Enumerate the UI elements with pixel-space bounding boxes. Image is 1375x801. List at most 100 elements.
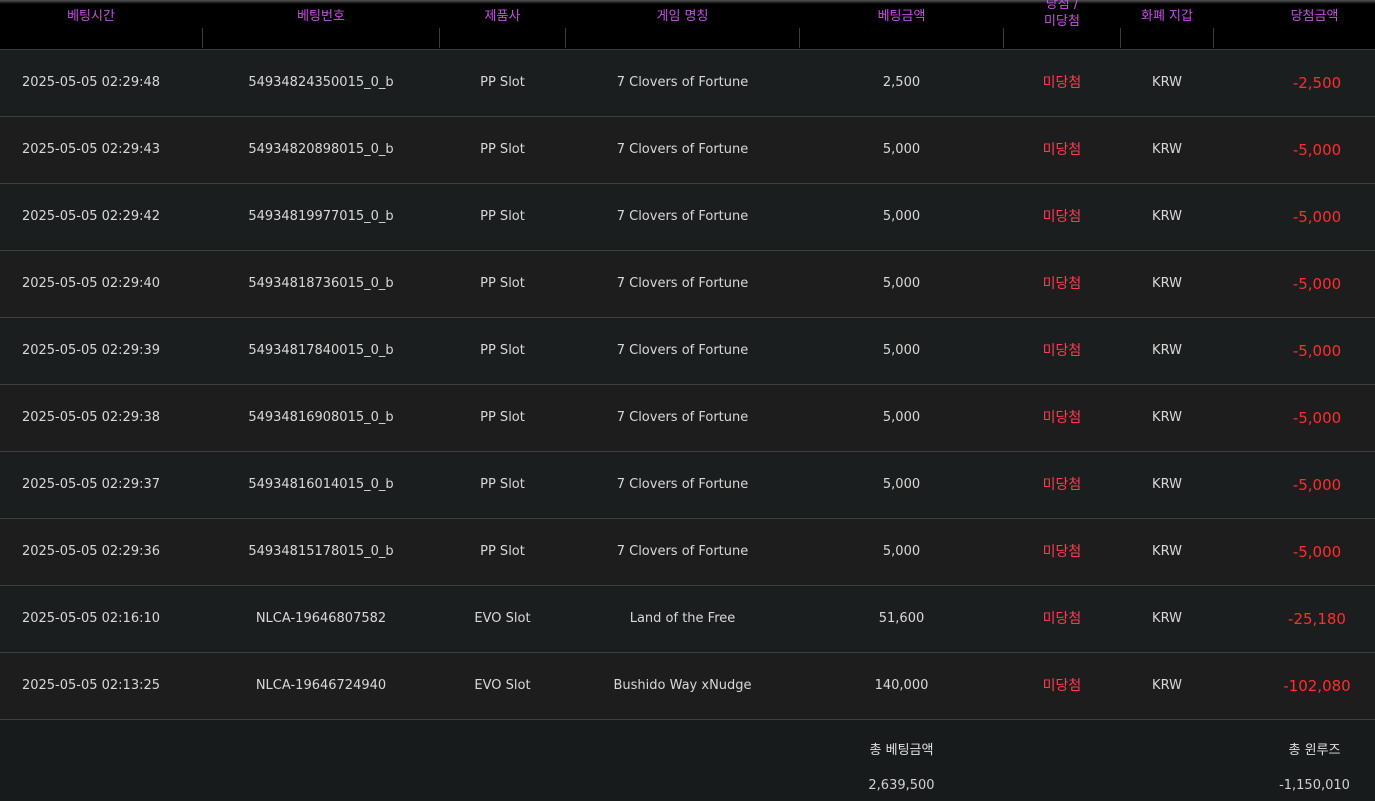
cell-currency: KRW xyxy=(1152,410,1182,425)
cell-game-name: 7 Clovers of Fortune xyxy=(616,142,749,157)
cell-game-name: 7 Clovers of Fortune xyxy=(616,544,749,559)
cell-result: 미당첨 xyxy=(1042,544,1082,560)
header-win-amount[interactable]: 당첨금액 xyxy=(1214,0,1375,48)
cell-provider: PP Slot xyxy=(480,276,525,291)
total-winloss-label: 총 윈루즈 xyxy=(1288,743,1341,758)
cell-bet-time: 2025-05-05 02:29:38 xyxy=(21,410,161,425)
header-result[interactable]: 당첨 / 미당첨 xyxy=(1004,0,1120,48)
header-game-name-label: 게임 명칭 xyxy=(656,9,709,24)
cell-bet-amount: 2,500 xyxy=(882,75,921,90)
cell-bet-number: 54934818736015_0_b xyxy=(248,276,394,291)
cell-bet-time: 2025-05-05 02:29:36 xyxy=(21,544,161,559)
cell-result: 미당첨 xyxy=(1042,678,1082,694)
cell-bet-number: 54934816908015_0_b xyxy=(248,410,394,425)
cell-currency: KRW xyxy=(1152,477,1182,492)
header-bet-amount[interactable]: 베팅금액 xyxy=(800,0,1003,48)
table-row[interactable]: 2025-05-05 02:16:10 NLCA-19646807582 EVO… xyxy=(0,586,1375,653)
header-divider xyxy=(1003,28,1004,48)
table-row[interactable]: 2025-05-05 02:29:40 54934818736015_0_b P… xyxy=(0,251,1375,318)
header-bet-number[interactable]: 베팅번호 xyxy=(203,0,439,48)
cell-win-amount: -5,000 xyxy=(1292,543,1342,561)
cell-currency: KRW xyxy=(1152,276,1182,291)
cell-currency: KRW xyxy=(1152,678,1182,693)
cell-currency: KRW xyxy=(1152,209,1182,224)
header-divider xyxy=(202,28,203,48)
cell-bet-time: 2025-05-05 02:29:39 xyxy=(21,343,161,358)
table-row[interactable]: 2025-05-05 02:13:25 NLCA-19646724940 EVO… xyxy=(0,653,1375,720)
cell-bet-time: 2025-05-05 02:29:43 xyxy=(21,142,161,157)
cell-game-name: 7 Clovers of Fortune xyxy=(616,75,749,90)
cell-bet-amount: 5,000 xyxy=(882,477,921,492)
total-winloss-value: -1,150,010 xyxy=(1279,778,1350,793)
header-currency-wallet-label: 화폐 지갑 xyxy=(1141,9,1193,24)
table-row[interactable]: 2025-05-05 02:29:38 54934816908015_0_b P… xyxy=(0,385,1375,452)
cell-result: 미당첨 xyxy=(1042,75,1082,91)
bet-history-table: 베팅시간 베팅번호 제품사 게임 명칭 베팅금액 당첨 / 미당첨 화폐 지갑 … xyxy=(0,0,1375,801)
cell-win-amount: -102,080 xyxy=(1283,677,1351,695)
cell-bet-number: 54934817840015_0_b xyxy=(248,343,394,358)
table-row[interactable]: 2025-05-05 02:29:39 54934817840015_0_b P… xyxy=(0,318,1375,385)
cell-provider: PP Slot xyxy=(480,544,525,559)
header-divider xyxy=(799,28,800,48)
cell-game-name: 7 Clovers of Fortune xyxy=(616,343,749,358)
table-row[interactable]: 2025-05-05 02:29:48 54934824350015_0_b P… xyxy=(0,50,1375,117)
cell-provider: PP Slot xyxy=(480,209,525,224)
cell-bet-number: NLCA-19646807582 xyxy=(255,611,387,626)
cell-bet-time: 2025-05-05 02:29:37 xyxy=(21,477,161,492)
header-bet-time-label: 베팅시간 xyxy=(67,9,115,24)
cell-game-name: Land of the Free xyxy=(629,611,736,626)
cell-game-name: 7 Clovers of Fortune xyxy=(616,276,749,291)
cell-result: 미당첨 xyxy=(1042,611,1082,627)
cell-win-amount: -25,180 xyxy=(1288,610,1346,628)
table-row[interactable]: 2025-05-05 02:29:43 54934820898015_0_b P… xyxy=(0,117,1375,184)
cell-bet-amount: 5,000 xyxy=(882,544,921,559)
cell-game-name: 7 Clovers of Fortune xyxy=(616,477,749,492)
cell-bet-number: 54934824350015_0_b xyxy=(248,75,394,90)
cell-bet-number: 54934816014015_0_b xyxy=(248,477,394,492)
cell-win-amount: -5,000 xyxy=(1292,409,1342,427)
cell-currency: KRW xyxy=(1152,343,1182,358)
cell-bet-number: 54934820898015_0_b xyxy=(248,142,394,157)
cell-bet-time: 2025-05-05 02:16:10 xyxy=(21,611,161,626)
header-bet-number-label: 베팅번호 xyxy=(297,9,345,24)
cell-win-amount: -5,000 xyxy=(1292,342,1342,360)
cell-game-name: 7 Clovers of Fortune xyxy=(616,209,749,224)
total-bet-label: 총 베팅금액 xyxy=(869,743,934,758)
cell-bet-amount: 5,000 xyxy=(882,142,921,157)
table-row[interactable]: 2025-05-05 02:29:37 54934816014015_0_b P… xyxy=(0,452,1375,519)
cell-win-amount: -5,000 xyxy=(1292,476,1342,494)
cell-bet-time: 2025-05-05 02:29:40 xyxy=(21,276,161,291)
cell-provider: EVO Slot xyxy=(474,678,531,693)
cell-currency: KRW xyxy=(1152,544,1182,559)
cell-bet-time: 2025-05-05 02:29:48 xyxy=(21,75,161,90)
header-bet-time[interactable]: 베팅시간 xyxy=(0,0,182,48)
cell-result: 미당첨 xyxy=(1042,142,1082,158)
cell-provider: PP Slot xyxy=(480,410,525,425)
table-footer-totals: 총 베팅금액 2,639,500 총 윈루즈 -1,150,010 xyxy=(0,720,1375,801)
header-currency-wallet[interactable]: 화폐 지갑 xyxy=(1121,0,1213,48)
cell-win-amount: -5,000 xyxy=(1292,208,1342,226)
cell-provider: PP Slot xyxy=(480,477,525,492)
cell-provider: PP Slot xyxy=(480,75,525,90)
cell-provider: PP Slot xyxy=(480,142,525,157)
cell-bet-number: 54934815178015_0_b xyxy=(248,544,394,559)
cell-result: 미당첨 xyxy=(1042,209,1082,225)
cell-result: 미당첨 xyxy=(1042,477,1082,493)
cell-result: 미당첨 xyxy=(1042,343,1082,359)
cell-win-amount: -2,500 xyxy=(1292,74,1342,92)
table-row[interactable]: 2025-05-05 02:29:42 54934819977015_0_b P… xyxy=(0,184,1375,251)
total-bet-value: 2,639,500 xyxy=(868,778,935,793)
cell-provider: EVO Slot xyxy=(474,611,531,626)
cell-win-amount: -5,000 xyxy=(1292,275,1342,293)
table-row[interactable]: 2025-05-05 02:29:36 54934815178015_0_b P… xyxy=(0,519,1375,586)
header-game-name[interactable]: 게임 명칭 xyxy=(566,0,799,48)
header-result-label: 당첨 / 미당첨 xyxy=(1004,0,1120,30)
header-provider[interactable]: 제품사 xyxy=(440,0,565,48)
header-result-line2: 미당첨 xyxy=(1044,14,1080,29)
cell-bet-amount: 5,000 xyxy=(882,410,921,425)
cell-currency: KRW xyxy=(1152,75,1182,90)
cell-bet-number: 54934819977015_0_b xyxy=(248,209,394,224)
header-result-line1: 당첨 / xyxy=(1045,0,1079,12)
table-header: 베팅시간 베팅번호 제품사 게임 명칭 베팅금액 당첨 / 미당첨 화폐 지갑 … xyxy=(0,0,1375,50)
cell-game-name: 7 Clovers of Fortune xyxy=(616,410,749,425)
